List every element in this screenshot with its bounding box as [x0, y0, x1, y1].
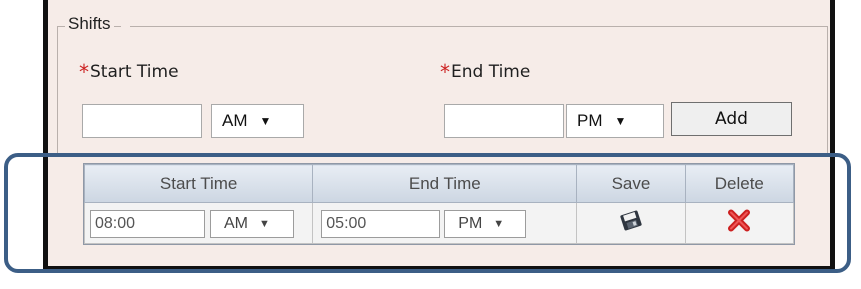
fieldset-legend: Shifts	[65, 14, 114, 34]
start-ampm-select[interactable]: AM ▼	[211, 104, 304, 138]
required-marker: *	[440, 60, 450, 84]
chevron-down-icon: ▼	[614, 114, 627, 128]
highlight-callout	[4, 153, 851, 273]
end-time-label: *End Time	[440, 60, 531, 84]
start-time-input[interactable]	[82, 104, 202, 138]
start-time-label: *Start Time	[79, 60, 179, 84]
end-ampm-select[interactable]: PM ▼	[566, 104, 664, 138]
chevron-down-icon: ▼	[259, 114, 272, 128]
add-button[interactable]: Add	[671, 102, 792, 136]
fieldset-border-side-right	[827, 26, 828, 156]
required-marker: *	[79, 60, 89, 84]
fieldset-border-side-left	[57, 26, 58, 156]
end-time-input[interactable]	[444, 104, 564, 138]
fieldset-border-top	[130, 26, 828, 27]
